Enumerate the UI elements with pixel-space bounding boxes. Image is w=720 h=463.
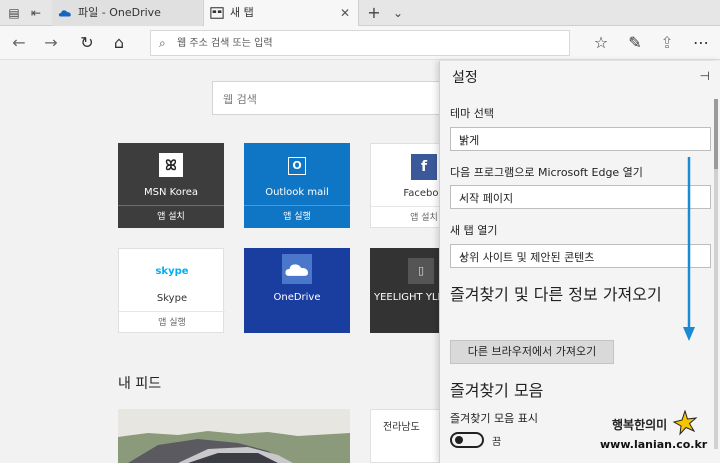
chevron-down-icon: ⌄ [459, 131, 469, 144]
favorites-bar-toggle[interactable] [450, 432, 484, 448]
share-icon[interactable]: ⇪ [656, 32, 678, 54]
news-photo [118, 409, 350, 463]
chevron-down-icon: ⌄ [459, 189, 469, 202]
toggle-knob [455, 436, 463, 444]
settings-title: 설정 [452, 70, 478, 86]
import-heading: 즐겨찾기 및 다른 정보 가져오기 [450, 285, 662, 304]
tile-skype[interactable]: skype Skype 앱 실행 [118, 248, 225, 334]
favorites-bar-heading: 즐겨찾기 모음 [450, 381, 544, 400]
facebook-icon: f [411, 154, 437, 180]
tile-yeelight[interactable]: ▯ YEELIGHT YLD [370, 248, 440, 333]
tile-msn-korea[interactable]: ꕤ MSN Korea 앱 설치 [118, 143, 224, 228]
tile-action[interactable]: 앱 실행 [244, 205, 350, 228]
tile-action[interactable]: 앱 설치 [371, 206, 439, 227]
home-icon[interactable]: ⌂ [108, 32, 130, 54]
search-icon: ⌕ [159, 36, 166, 50]
new-tab-icon [210, 7, 224, 19]
watermark: 행복한의미 www.lanian.co.kr [600, 410, 718, 462]
news-card[interactable]: 전라남도 [370, 409, 440, 463]
tile-name: Skype [156, 293, 188, 304]
news-image[interactable] [118, 409, 350, 463]
set-aside-tabs-icon[interactable]: ⇤ [28, 5, 44, 21]
tile-name: Outlook mail [265, 187, 329, 198]
back-arrow-icon[interactable]: ← [8, 32, 30, 54]
yeelight-icon: ▯ [408, 258, 434, 284]
tile-action[interactable]: 앱 설치 [118, 205, 224, 228]
onedrive-cloud-icon [282, 254, 312, 284]
open-with-label: 다음 프로그램으로 Microsoft Edge 열기 [450, 166, 643, 179]
tab-new-tab[interactable]: 새 탭 ✕ [203, 0, 359, 26]
navigation-bar: ← → ↻ ⌂ ⌕ ☆ ✎ ⇪ ⋯ [0, 26, 720, 60]
favorites-star-icon[interactable]: ☆ [590, 32, 612, 54]
more-options-icon[interactable]: ⋯ [690, 32, 712, 54]
watermark-line2: www.lanian.co.kr [600, 438, 708, 451]
watermark-line1: 행복한의미 [612, 418, 668, 432]
theme-select[interactable]: 밝게 ⌄ [450, 127, 711, 151]
tile-name: Faceboo [403, 188, 439, 199]
my-feed-heading: 내 피드 [118, 376, 162, 392]
news-region-label: 전라남도 [383, 422, 420, 433]
import-from-browser-button[interactable]: 다른 브라우저에서 가져오기 [450, 340, 614, 364]
tile-name: OneDrive [273, 292, 321, 303]
tile-action[interactable]: 앱 실행 [119, 311, 225, 334]
sun-icon [672, 410, 698, 436]
scroll-down-annotation-arrow [683, 157, 695, 341]
tile-name: MSN Korea [144, 187, 198, 198]
new-tab-select[interactable]: 상위 사이트 및 제안된 콘텐츠 ⌄ [450, 244, 711, 268]
new-tab-plus-icon[interactable]: + [366, 5, 382, 21]
tab-new-tab-label: 새 탭 [230, 6, 254, 19]
forward-arrow-icon[interactable]: → [40, 32, 62, 54]
close-tab-icon[interactable]: ✕ [340, 0, 350, 26]
tile-facebook[interactable]: f Faceboo 앱 설치 [370, 143, 440, 228]
chevron-down-icon: ⌄ [459, 248, 469, 261]
skype-icon: skype [155, 266, 189, 277]
tile-name: YEELIGHT YLD [374, 292, 440, 303]
tile-outlook-mail[interactable]: O Outlook mail 앱 실행 [244, 143, 350, 228]
outlook-icon: O [288, 157, 306, 175]
settings-panel: 설정 ⊣ 테마 선택 밝게 ⌄ 다음 프로그램으로 Microsoft Edge… [439, 61, 720, 463]
tile-onedrive[interactable]: OneDrive [244, 248, 350, 333]
tab-bar: ▤ ⇤ 파일 - OneDrive 새 탭 ✕ + ⌄ [0, 0, 720, 26]
favorites-bar-show-label: 즐겨찾기 모음 표시 [450, 412, 538, 425]
settings-scroll-thumb[interactable] [714, 99, 718, 169]
address-bar[interactable]: ⌕ [150, 30, 570, 56]
open-with-select[interactable]: 시작 페이지 ⌄ [450, 185, 711, 209]
toggle-state-label: 끔 [492, 437, 502, 448]
tab-manager-icon[interactable]: ▤ [6, 5, 22, 21]
msn-butterfly-icon: ꕤ [159, 153, 183, 177]
refresh-icon[interactable]: ↻ [76, 32, 98, 54]
pin-icon[interactable]: ⊣ [700, 69, 710, 83]
new-tab-label: 새 탭 열기 [450, 224, 498, 237]
tab-onedrive-label: 파일 - OneDrive [78, 6, 161, 19]
pen-notes-icon[interactable]: ✎ [624, 32, 646, 54]
tab-preview-chevron-icon[interactable]: ⌄ [390, 5, 406, 21]
address-input[interactable] [177, 34, 557, 52]
theme-label: 테마 선택 [450, 107, 494, 120]
tab-onedrive[interactable]: 파일 - OneDrive [52, 0, 202, 26]
onedrive-cloud-icon [58, 10, 71, 17]
